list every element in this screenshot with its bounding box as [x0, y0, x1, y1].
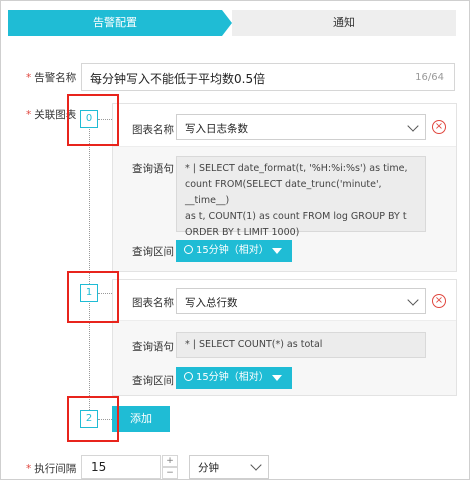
interval-unit-value: 分钟 — [198, 462, 219, 474]
required-mark: * — [26, 463, 32, 475]
add-chart-button[interactable]: 添加 — [112, 406, 170, 432]
query-textarea[interactable]: * | SELECT COUNT(*) as total — [176, 332, 426, 358]
required-mark: * — [26, 109, 32, 121]
chart-settings-area: 查询语句 * | SELECT COUNT(*) as total 查询区间 1… — [113, 320, 456, 395]
chart-name-select[interactable]: 写入总行数 — [176, 288, 426, 314]
increment-button[interactable]: + — [162, 455, 178, 467]
chart-name-label: 图表名称 — [132, 124, 174, 136]
range-label: 查询区间 — [132, 375, 174, 387]
chart-panel-0: 图表名称 写入日志条数 × 查询语句 * | SELECT date_forma… — [112, 103, 457, 272]
interval-value: 15 — [91, 460, 107, 474]
interval-label: * 执行间隔 — [26, 463, 77, 475]
chart-name-value: 写入总行数 — [185, 297, 238, 309]
interval-input[interactable]: 15 — [81, 455, 161, 479]
caret-down-icon — [272, 248, 282, 254]
highlight-box — [67, 396, 119, 442]
chart-name-label: 图表名称 — [132, 297, 174, 309]
query-label: 查询语句 — [132, 163, 174, 175]
step-notification[interactable]: 通知 — [232, 10, 456, 36]
decrement-button[interactable]: − — [162, 467, 178, 479]
chart-name-value: 写入日志条数 — [185, 123, 248, 135]
clock-icon — [184, 372, 193, 381]
chart-name-select[interactable]: 写入日志条数 — [176, 114, 426, 140]
required-mark: * — [26, 72, 32, 84]
alert-name-input[interactable]: 每分钟写入不能低于平均数0.5倍 16/64 — [81, 63, 455, 91]
delete-chart-icon[interactable]: × — [432, 120, 446, 134]
alert-name-value: 每分钟写入不能低于平均数0.5倍 — [90, 72, 266, 86]
alert-name-char-count: 16/64 — [415, 72, 444, 83]
caret-down-icon — [272, 375, 282, 381]
chart-panel-1: 图表名称 写入总行数 × 查询语句 * | SELECT COUNT(*) as… — [112, 279, 457, 396]
step-alert-config[interactable]: 告警配置 — [8, 10, 222, 36]
interval-unit-select[interactable]: 分钟 — [189, 455, 269, 479]
step-arrow — [222, 10, 232, 36]
chevron-down-icon — [407, 120, 419, 132]
query-label: 查询语句 — [132, 341, 174, 353]
query-textarea[interactable]: * | SELECT date_format(t, '%H:%i:%s') as… — [176, 156, 426, 238]
time-range-dropdown[interactable]: 15分钟（相对） — [176, 367, 292, 389]
time-range-dropdown[interactable]: 15分钟（相对） — [176, 240, 292, 262]
highlight-box — [67, 271, 119, 323]
delete-chart-icon[interactable]: × — [432, 294, 446, 308]
highlight-box — [67, 94, 119, 146]
alert-name-label: * 告警名称 — [26, 72, 77, 84]
clock-icon — [184, 245, 193, 254]
chevron-down-icon — [250, 459, 262, 471]
chevron-down-icon — [407, 294, 419, 306]
timeline-line — [89, 120, 90, 420]
chart-settings-area: 查询语句 * | SELECT date_format(t, '%H:%i:%s… — [113, 146, 456, 271]
range-label: 查询区间 — [132, 246, 174, 258]
